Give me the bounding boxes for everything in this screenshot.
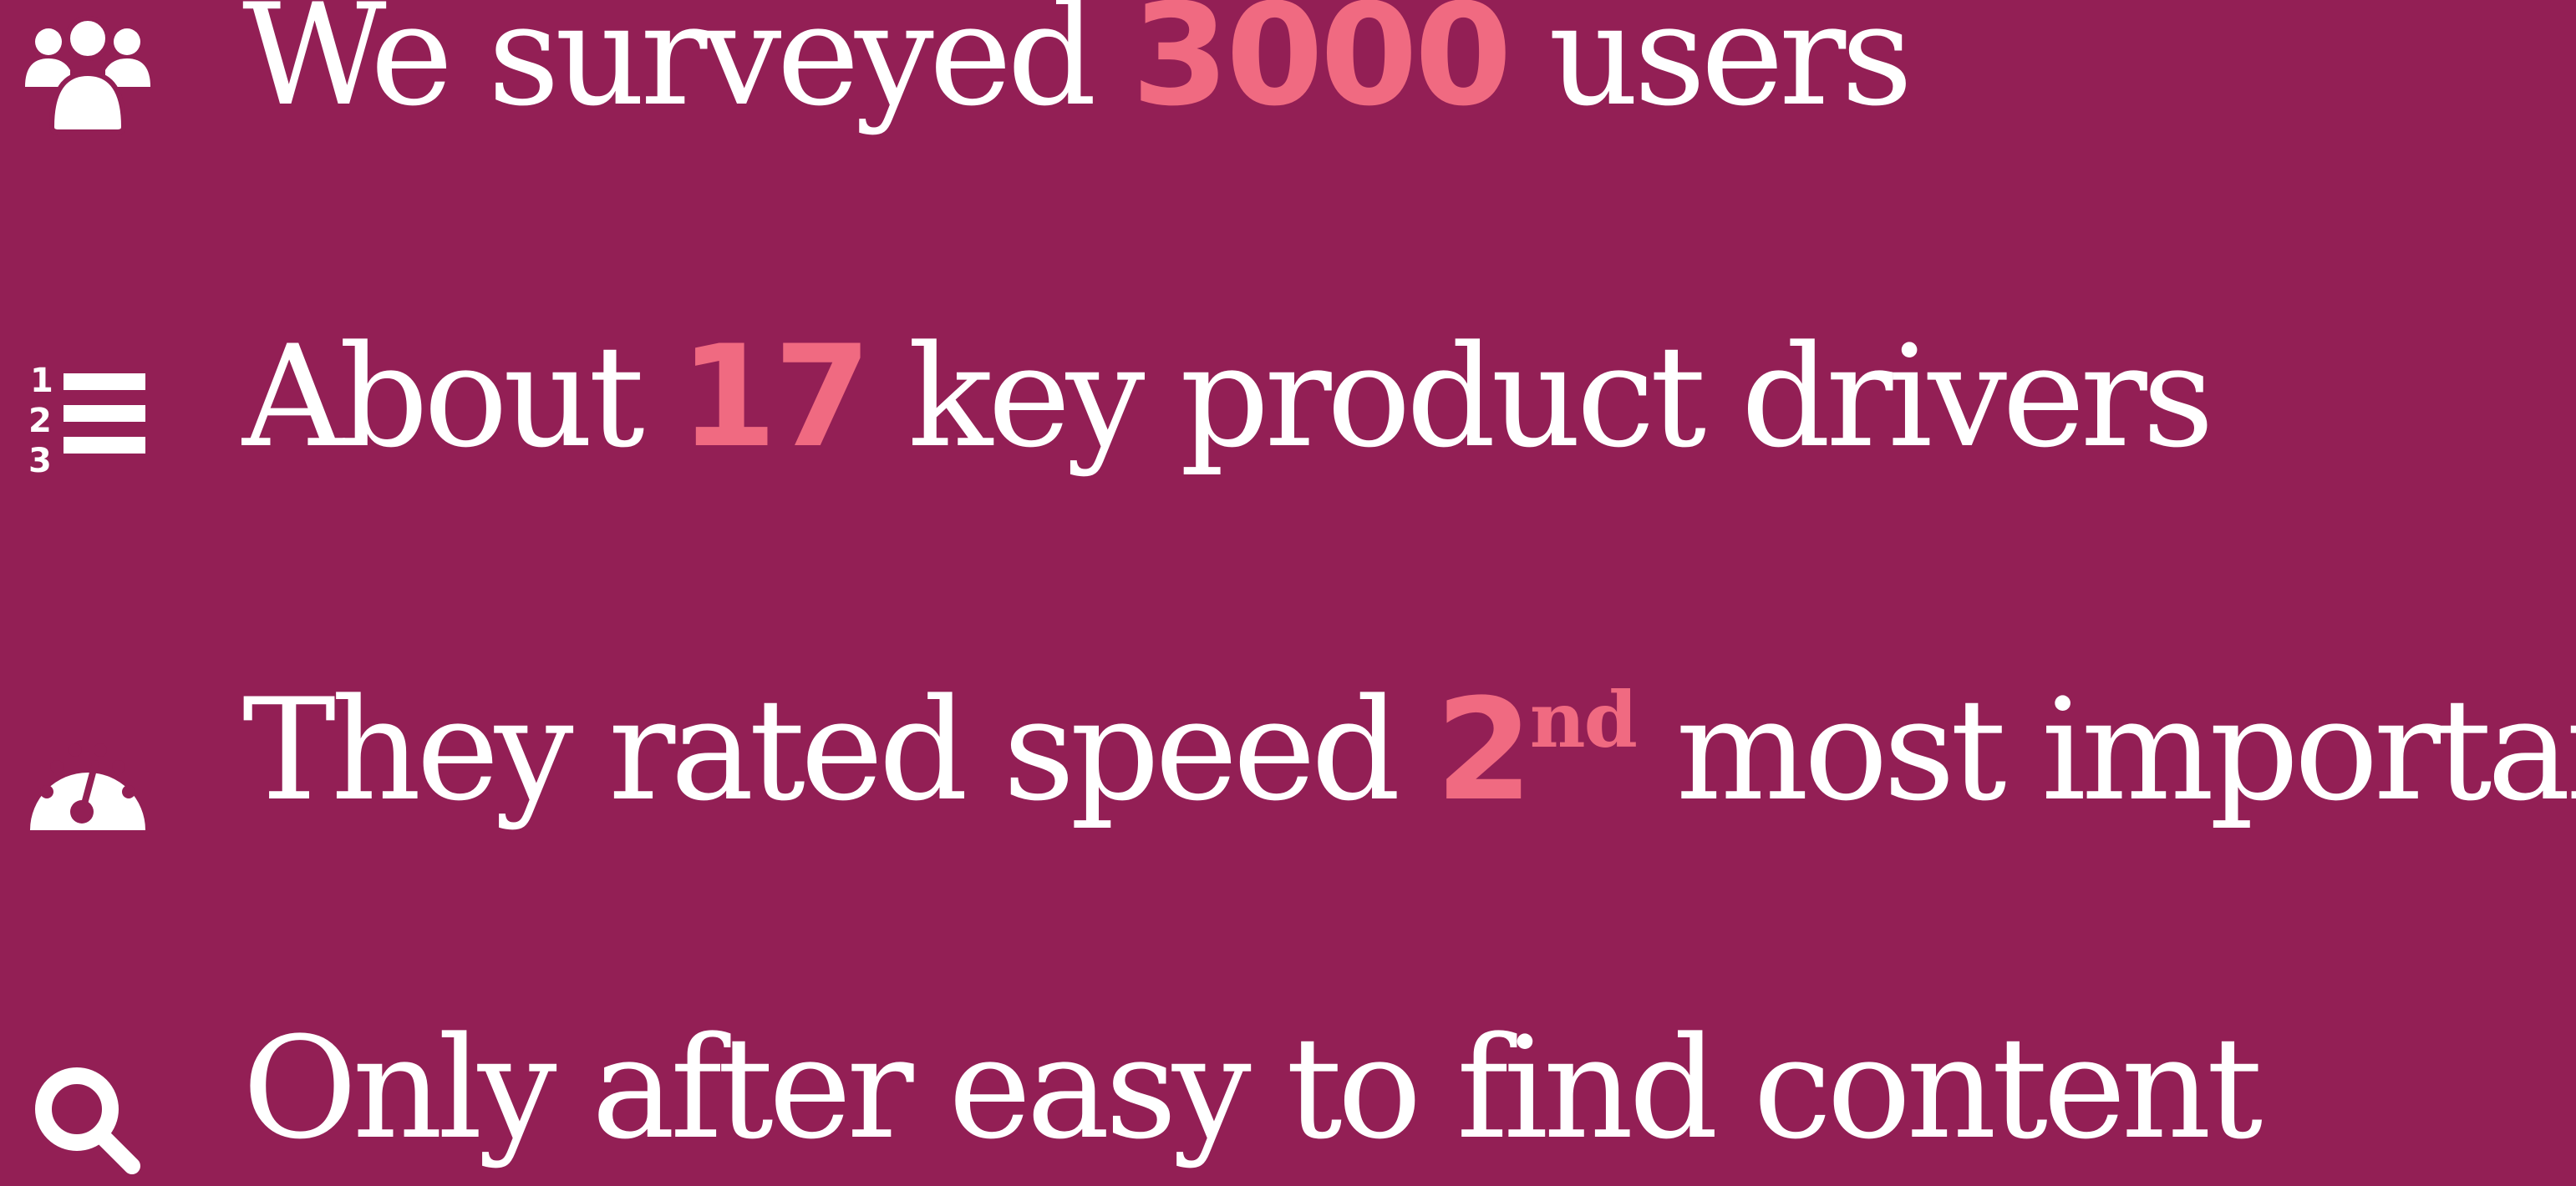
ordinal-suffix: nd — [1529, 675, 1638, 765]
stat-text-before: We surveyed — [242, 0, 1132, 137]
stat-text: Only after easy to find content — [242, 1006, 2263, 1170]
svg-text:1: 1 — [30, 362, 53, 400]
stat-row-findable-content: Only after easy to find content — [0, 1018, 2576, 1186]
stat-line: They rated speed 2nd most important — [242, 680, 2576, 820]
stat-row-product-drivers: 1 2 3 About 17 key product drivers — [0, 327, 2576, 505]
stat-line: Only after easy to find content — [242, 1018, 2263, 1158]
speedometer-icon — [25, 713, 150, 839]
users-icon — [25, 10, 150, 135]
stat-text-after: users — [1508, 0, 1913, 137]
stat-line: We surveyed 3000 users — [242, 0, 1913, 125]
svg-text:2: 2 — [28, 402, 52, 440]
stat-text-after: key product drivers — [867, 315, 2214, 479]
stat-row-surveyed-users: We surveyed 3000 users — [0, 0, 2576, 167]
stat-text-before: About — [242, 315, 680, 479]
stat-text-after: most important — [1675, 668, 2576, 832]
stat-highlight-number: 2 — [1435, 668, 1533, 832]
ordered-list-icon: 1 2 3 — [25, 353, 150, 479]
stat-highlight-number: 17 — [679, 315, 871, 479]
stat-highlight-number: 3000 — [1131, 0, 1512, 137]
svg-text:3: 3 — [28, 442, 52, 479]
search-icon — [25, 1054, 150, 1179]
stat-text-before: They rated speed — [242, 668, 1435, 832]
stat-line: About 17 key product drivers — [242, 327, 2214, 467]
stat-row-speed-rating: They rated speed 2nd most important — [0, 678, 2576, 845]
